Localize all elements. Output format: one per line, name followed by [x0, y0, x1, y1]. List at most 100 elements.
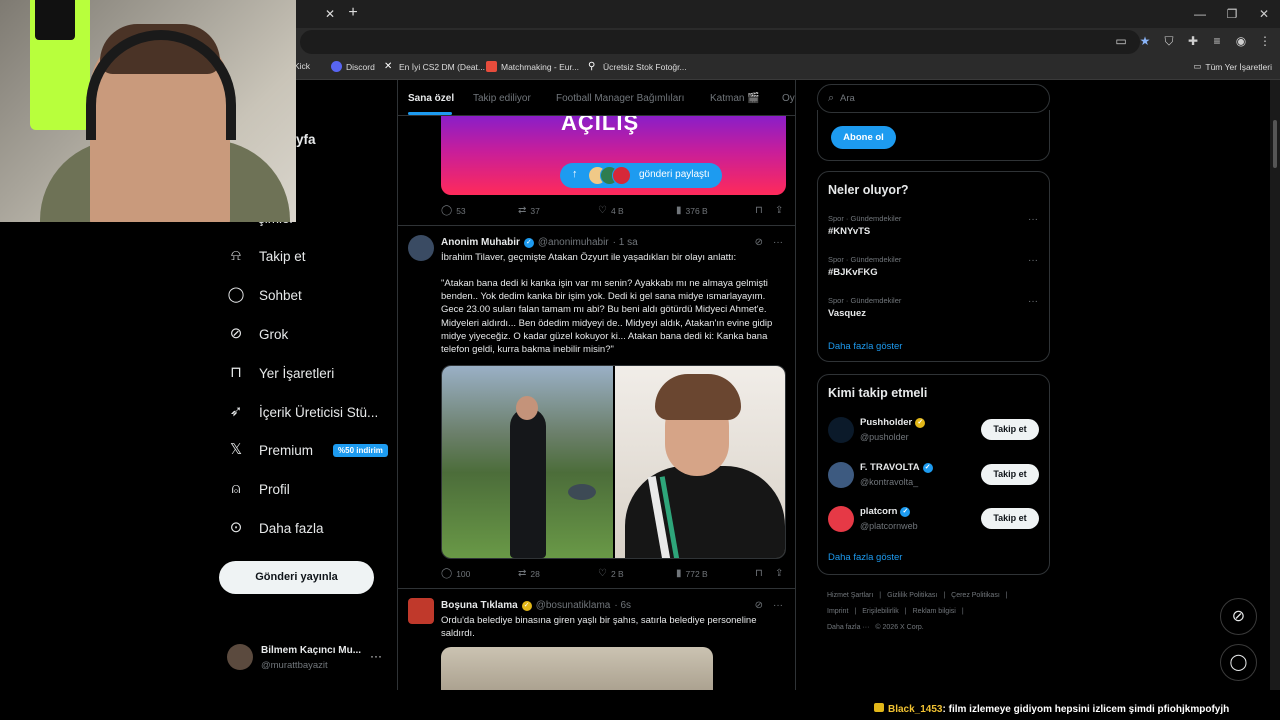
nav-follow[interactable]: ⍾ Takip et [227, 241, 306, 271]
views-button[interactable]: ▮ 376 B [676, 205, 708, 216]
bookmark-kick[interactable]: Kick [294, 61, 310, 71]
minimize-icon[interactable]: — [1184, 0, 1216, 28]
footer-cookies[interactable]: Çerez Politikası [951, 592, 1000, 599]
nav-chat[interactable]: ◯ Sohbet [227, 280, 302, 310]
tab-for-you[interactable]: Sana özel [408, 93, 454, 104]
bookmark-button[interactable]: ⊓ [755, 205, 763, 216]
views-button[interactable]: ▮ 772 B [676, 568, 708, 579]
avatar[interactable] [828, 506, 854, 532]
tweet-time[interactable]: · 6s [614, 600, 631, 611]
bookmark-stock-photo[interactable]: ⚲ Ücretsiz Stok Fotoğr... [588, 61, 687, 72]
more-icon[interactable]: ··· [773, 600, 783, 611]
bookmark-cs2dm[interactable]: ✕ En İyi CS2 DM (Deat... [384, 61, 485, 72]
more-icon[interactable]: ··· [1028, 296, 1038, 307]
menu-icon[interactable]: ⋮ [1256, 32, 1274, 50]
subscribe-button[interactable]: Abone ol [831, 126, 896, 149]
footer-accessibility[interactable]: Erişilebilirlik [862, 608, 899, 615]
bookmark-discord[interactable]: Discord [331, 61, 375, 72]
footer-imprint[interactable]: Imprint [827, 608, 848, 615]
bookmark-button[interactable]: ⊓ [755, 568, 763, 579]
nav-bookmarks[interactable]: ⊓ Yer İşaretleri [227, 358, 334, 388]
trend-item[interactable]: Spor · Gündemdekiler #BJKvFKG ··· [828, 255, 1038, 278]
footer-ads-info[interactable]: Reklam bilgisi [913, 608, 956, 615]
avatar[interactable] [408, 235, 434, 261]
tab-katman[interactable]: Katman 🎬 [710, 93, 760, 104]
share-button[interactable]: ⇪ [775, 568, 783, 579]
more-icon[interactable]: ··· [1028, 214, 1038, 225]
shield-icon[interactable]: ⛉ [1160, 32, 1178, 50]
tweet-time[interactable]: · 1 sa [613, 237, 638, 248]
show-more-follow-link[interactable]: Daha fazla göster [828, 552, 902, 563]
nav-premium[interactable]: 𝕏 Premium %50 indirim [227, 435, 388, 465]
footer-terms[interactable]: Hizmet Şartları [827, 592, 873, 599]
follow-button[interactable]: Takip et [981, 419, 1039, 440]
grok-icon[interactable]: ⊘ [755, 237, 763, 248]
tab-close-icon[interactable]: ✕ [322, 6, 338, 22]
like-button[interactable]: ♡ 4 B [598, 205, 624, 216]
author-name[interactable]: Anonim Muhabir [441, 237, 520, 248]
follow-button[interactable]: Takip et [981, 464, 1039, 485]
follow-button[interactable]: Takip et [981, 508, 1039, 529]
nav-grok[interactable]: ⊘ Grok [227, 319, 289, 349]
tweet-media[interactable] [441, 647, 713, 690]
media-icon[interactable]: ≡ [1208, 32, 1226, 50]
tweet-media[interactable] [441, 365, 786, 559]
avatar [612, 166, 631, 185]
author-name[interactable]: Boşuna Tıklama [441, 600, 518, 611]
trend-item[interactable]: Spor · Gündemdekiler #KNYvTS ··· [828, 214, 1038, 237]
star-icon[interactable]: ★ [1136, 32, 1154, 50]
photo-right[interactable] [615, 366, 785, 558]
profile-icon[interactable]: ◉ [1232, 32, 1250, 50]
follow-suggestion[interactable]: F. TRAVOLTA ✓ @kontravolta_ Takip et [828, 460, 1040, 490]
restore-icon[interactable]: ❐ [1216, 0, 1248, 28]
show-more-trends-link[interactable]: Daha fazla göster [828, 341, 902, 352]
like-button[interactable]: ♡ 2 B [598, 568, 624, 579]
close-window-icon[interactable]: ✕ [1248, 0, 1280, 28]
repost-button[interactable]: ⇄ 37 [518, 205, 540, 216]
nav-creator-studio[interactable]: ➶ İçerik Üreticisi Stü... [227, 397, 379, 427]
footer-copyright: © 2026 X Corp. [875, 624, 924, 631]
avatar[interactable] [828, 417, 854, 443]
avatar[interactable] [828, 462, 854, 488]
tab-oyun[interactable]: Oyu [782, 93, 795, 104]
author-handle[interactable]: @anonimuhabir [538, 237, 609, 248]
author-handle[interactable]: @bosunatiklama [536, 600, 611, 611]
repost-button[interactable]: ⇄ 28 [518, 568, 540, 579]
address-bar[interactable] [300, 30, 1140, 54]
grok-fab-icon[interactable]: ⊘ [1220, 598, 1257, 635]
tab-following[interactable]: Takip ediliyor [473, 93, 531, 104]
photo-left[interactable] [442, 366, 613, 558]
trend-item[interactable]: Spor · Gündemdekiler Vasquez ··· [828, 296, 1038, 319]
person-add-icon: ⍾ [231, 247, 241, 264]
reply-button[interactable]: ◯ 53 [441, 205, 466, 216]
cast-icon[interactable]: ▭ [1112, 32, 1130, 50]
avatar[interactable] [408, 598, 434, 624]
nav-profile[interactable]: ⍝ Profil [227, 474, 289, 504]
tweet-text: İbrahim Tilaver, geçmişte Atakan Özyurt … [441, 252, 737, 263]
nav-home-partial[interactable]: yfa [296, 132, 316, 147]
search-input[interactable]: ⌕ Ara [817, 84, 1050, 113]
scrollbar[interactable] [1270, 80, 1280, 690]
all-bookmarks[interactable]: ▭ Tüm Yer İşaretleri [1193, 61, 1272, 72]
reply-button[interactable]: ◯ 100 [441, 568, 470, 579]
scrollbar-thumb[interactable] [1273, 120, 1277, 168]
tab-football-manager[interactable]: Football Manager Bağımlıları [556, 93, 684, 104]
new-tab-icon[interactable]: + [344, 4, 362, 22]
footer-more[interactable]: Daha fazla ··· [827, 624, 869, 631]
share-button[interactable]: ⇪ [775, 205, 783, 216]
footer-privacy[interactable]: Gizlilik Politikası [887, 592, 937, 599]
post-button[interactable]: Gönderi yayınla [219, 561, 374, 594]
follow-suggestion[interactable]: Pushholder ✓ @pusholder Takip et [828, 415, 1040, 445]
messages-fab-icon[interactable]: ◯ [1220, 644, 1257, 681]
promo-media[interactable]: AÇILIŞ ↑ gönderi paylaştı [441, 116, 786, 195]
more-icon[interactable]: ··· [773, 237, 783, 248]
account-switcher[interactable]: Bilmem Kaçıncı Mu... @murattbayazit ··· [227, 643, 387, 673]
follow-suggestion[interactable]: platcorn ✓ @platcornweb Takip et [828, 504, 1040, 534]
more-icon[interactable]: ··· [1028, 255, 1038, 266]
bookmark-matchmaking[interactable]: Matchmaking - Eur... [486, 61, 579, 72]
more-icon[interactable]: ··· [370, 649, 382, 663]
extensions-icon[interactable]: ✚ [1184, 32, 1202, 50]
shared-post-pill[interactable]: ↑ gönderi paylaştı [560, 163, 722, 188]
grok-icon[interactable]: ⊘ [755, 600, 763, 611]
nav-more[interactable]: ⊙ Daha fazla [227, 513, 324, 543]
